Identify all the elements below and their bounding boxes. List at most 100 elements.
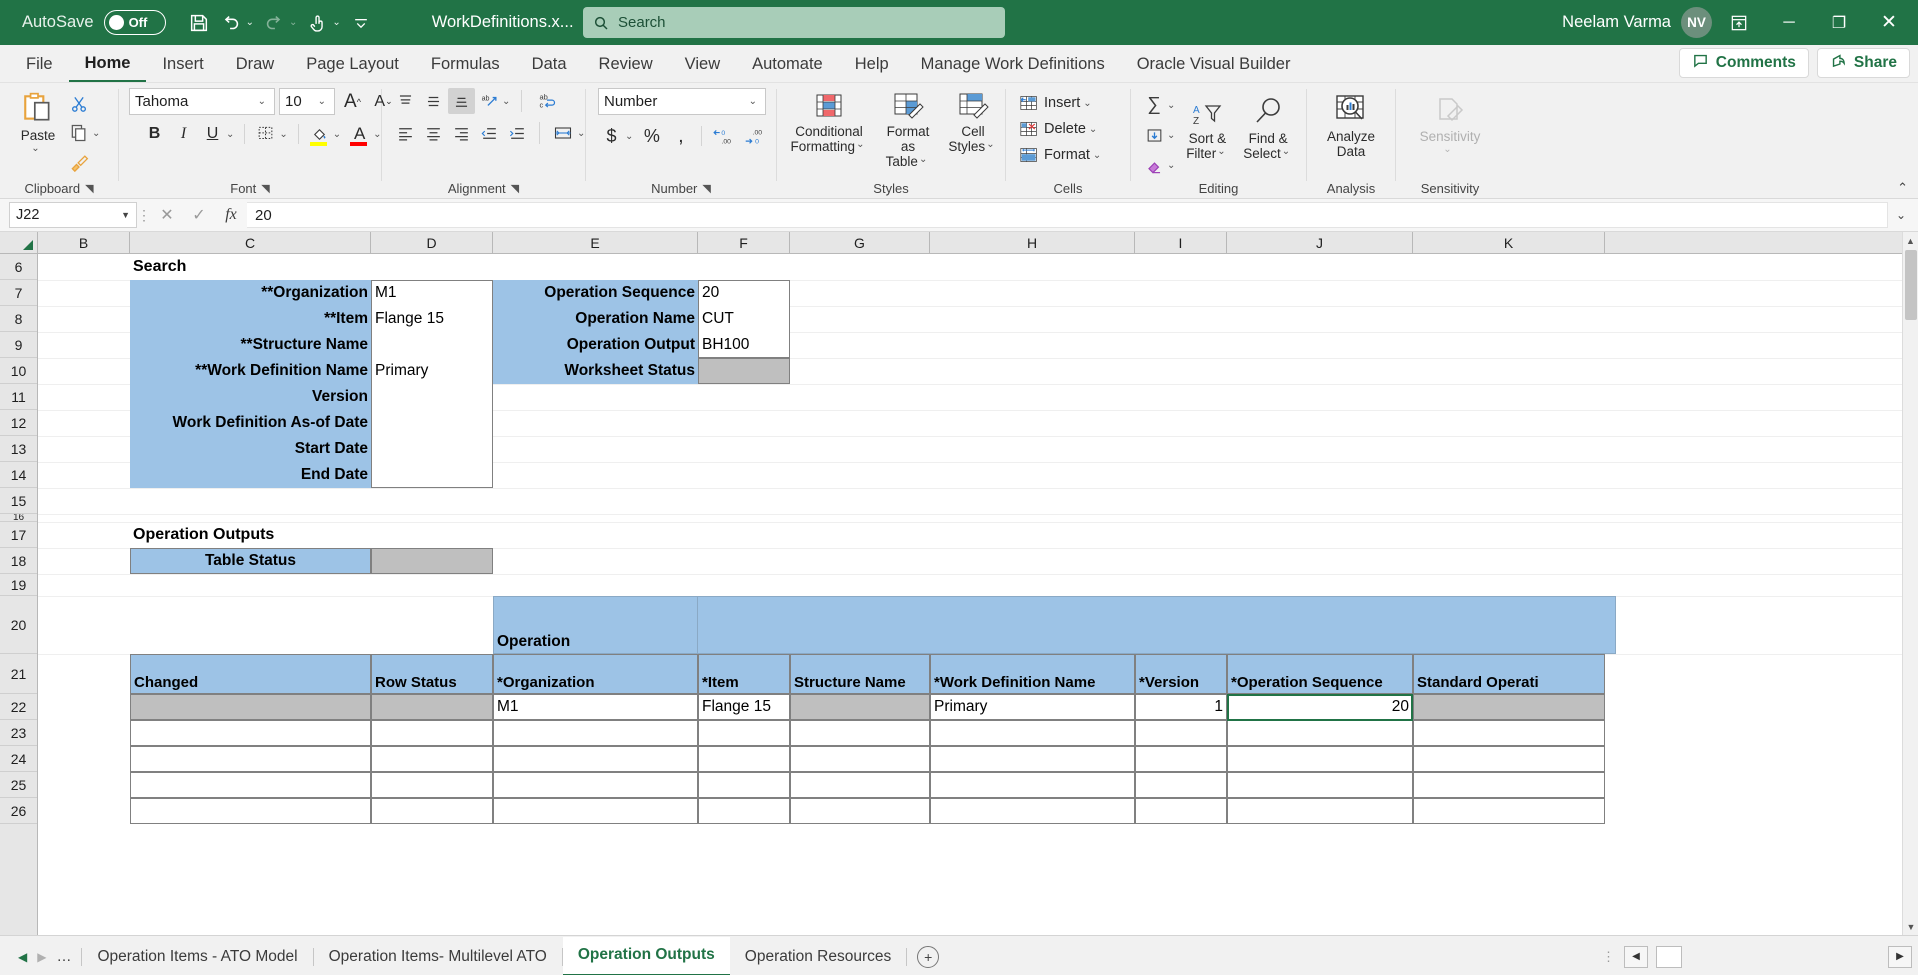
italic-button[interactable]: I (170, 121, 197, 147)
row-header-23[interactable]: 23 (0, 720, 37, 746)
table-row-empty[interactable] (371, 772, 493, 798)
align-left-icon[interactable] (392, 120, 419, 146)
tab-view[interactable]: View (669, 46, 736, 82)
table-row-empty[interactable] (1413, 720, 1605, 746)
fill-color-dropdown-caret[interactable]: ⌄ (333, 129, 344, 140)
paste-dropdown-caret[interactable]: ⌄ (31, 143, 42, 154)
accounting-dropdown-caret[interactable]: ⌄ (625, 131, 636, 142)
borders-dropdown-caret[interactable]: ⌄ (279, 129, 290, 140)
table-header-version[interactable]: *Version (1135, 654, 1227, 694)
name-box[interactable]: J22 ▼ (9, 202, 137, 228)
label-operation-name[interactable]: Operation Name (493, 306, 698, 332)
align-center-icon[interactable] (420, 120, 447, 146)
table-row-empty[interactable] (698, 720, 790, 746)
table-row-empty[interactable] (1413, 798, 1605, 824)
search-box[interactable]: Search (583, 7, 1005, 38)
fill-icon[interactable] (1139, 121, 1169, 149)
table-row-empty[interactable] (930, 720, 1135, 746)
orientation-dropdown-caret[interactable]: ⌄ (502, 96, 513, 107)
scrollbar-grip-icon[interactable]: ⋮ (1602, 949, 1616, 965)
cell-standard-operation[interactable] (1413, 694, 1605, 720)
label-work-definition-name[interactable]: **Work Definition Name (130, 358, 371, 384)
value-structure-name[interactable] (372, 332, 492, 358)
cell-styles-button[interactable]: Cell Styles ⌄ (943, 88, 1003, 157)
alignment-dialog-launcher[interactable]: ◥ (511, 182, 519, 195)
hscroll-track[interactable] (1690, 945, 1880, 968)
value-work-definition-name[interactable]: Primary (372, 358, 492, 384)
decrease-indent-icon[interactable] (476, 120, 503, 146)
table-row-empty[interactable] (493, 798, 698, 824)
value-operation-name[interactable]: CUT (699, 306, 789, 332)
accounting-format-button[interactable]: $ (598, 123, 625, 149)
table-header-work-definition-name[interactable]: *Work Definition Name (930, 654, 1135, 694)
row-header-8[interactable]: 8 (0, 306, 37, 332)
add-sheet-icon[interactable]: + (917, 945, 940, 968)
middle-align-icon[interactable] (420, 88, 447, 114)
table-row-empty[interactable] (1227, 798, 1413, 824)
chevron-down-icon[interactable]: ⌄ (1217, 146, 1228, 161)
row-header-25[interactable]: 25 (0, 772, 37, 798)
fill-dropdown-caret[interactable]: ⌄ (1167, 130, 1178, 141)
vertical-scrollbar[interactable]: ▲ ▼ (1902, 232, 1918, 935)
tab-page-layout[interactable]: Page Layout (290, 46, 415, 82)
touch-mode-icon[interactable] (302, 6, 332, 40)
hscroll-left-arrow-icon[interactable]: ◀ (1624, 945, 1648, 968)
table-row-empty[interactable] (1413, 746, 1605, 772)
row-header-13[interactable]: 13 (0, 436, 37, 462)
cell-structure-name[interactable] (790, 694, 930, 720)
font-size-select[interactable]: 10 ⌄ (279, 88, 335, 115)
label-table-status[interactable]: Table Status (130, 548, 371, 574)
column-header-E[interactable]: E (493, 232, 698, 253)
table-row-empty[interactable] (790, 746, 930, 772)
ribbon-display-options-icon[interactable] (1716, 0, 1762, 45)
table-row-empty[interactable] (930, 798, 1135, 824)
increase-font-size-icon[interactable]: A ^ (339, 89, 366, 115)
label-version[interactable]: Version (130, 384, 371, 410)
row-header-19[interactable]: 19 (0, 574, 37, 596)
value-operation-sequence[interactable]: 20 (699, 280, 789, 306)
format-painter-icon[interactable] (64, 148, 94, 176)
formula-input[interactable]: 20 (247, 202, 1888, 228)
label-operation-output[interactable]: Operation Output (493, 332, 698, 358)
row-header-15[interactable]: 15 (0, 488, 37, 514)
hscroll-thumb[interactable] (1656, 945, 1682, 968)
chevron-down-icon[interactable]: ⌄ (1083, 98, 1094, 109)
cell-work-definition-name[interactable]: Primary (930, 694, 1135, 720)
row-header-11[interactable]: 11 (0, 384, 37, 410)
table-row-empty[interactable] (698, 746, 790, 772)
insert-function-icon[interactable]: fx (215, 202, 247, 228)
table-row-empty[interactable] (1227, 746, 1413, 772)
column-header-F[interactable]: F (698, 232, 790, 253)
row-header-20[interactable]: 20 (0, 596, 37, 654)
avatar[interactable]: NV (1681, 7, 1712, 38)
undo-dropdown-caret[interactable]: ⌄ (246, 17, 257, 28)
increase-decimal-icon[interactable]: 0 .00 (709, 123, 739, 149)
table-row-empty[interactable] (493, 746, 698, 772)
tab-oracle-visual-builder[interactable]: Oracle Visual Builder (1121, 46, 1307, 82)
table-header-standard-operation[interactable]: Standard Operati (1413, 654, 1605, 694)
table-row-empty[interactable] (493, 720, 698, 746)
row-header-14[interactable]: 14 (0, 462, 37, 488)
sheet-tab-operation-outputs[interactable]: Operation Outputs (562, 936, 730, 975)
column-header-K[interactable]: K (1413, 232, 1605, 253)
share-button[interactable]: Share (1816, 48, 1910, 78)
group-header-operation[interactable]: Operation (493, 596, 698, 654)
tab-review[interactable]: Review (583, 46, 669, 82)
percent-format-button[interactable]: % (638, 123, 665, 149)
column-header-G[interactable]: G (790, 232, 930, 253)
underline-dropdown-caret[interactable]: ⌄ (226, 129, 237, 140)
autosum-icon[interactable]: ∑ (1139, 91, 1169, 119)
comma-format-button[interactable]: , (667, 123, 694, 149)
chevron-down-icon[interactable]: ⌄ (856, 139, 867, 154)
confirm-entry-icon[interactable]: ✓ (183, 202, 215, 228)
value-table-status[interactable] (371, 548, 493, 574)
sheet-nav-next-icon[interactable]: ▶ (37, 950, 46, 964)
column-header-D[interactable]: D (371, 232, 493, 253)
table-row-empty[interactable] (1227, 720, 1413, 746)
redo-icon[interactable] (259, 6, 289, 40)
wrap-text-icon[interactable]: ab c (530, 88, 564, 114)
redo-dropdown-caret[interactable]: ⌄ (289, 17, 300, 28)
table-row-empty[interactable] (493, 772, 698, 798)
tab-data[interactable]: Data (516, 46, 583, 82)
scroll-up-arrow-icon[interactable]: ▲ (1903, 232, 1918, 249)
